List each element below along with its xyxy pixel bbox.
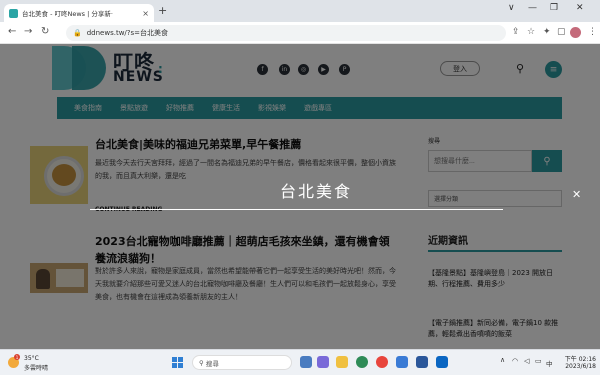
- edge-icon[interactable]: [356, 356, 368, 368]
- teams-icon[interactable]: [317, 356, 329, 368]
- browser-toolbar: ← → ↻ 🔒 ddnews.tw/?s=台北美食 ⇪ ☆ ✦ ▢ ⋮: [0, 22, 600, 44]
- windows-start-icon[interactable]: [172, 357, 183, 368]
- overlay-search-underline: [90, 209, 503, 210]
- close-icon[interactable]: ✕: [572, 188, 581, 201]
- address-url[interactable]: ddnews.tw/?s=台北美食: [87, 28, 168, 38]
- browser-tab-bar: 台北美食 - 叮咚News | 分享新· × + ∨ — ❐ ✕: [0, 0, 600, 22]
- minimize-icon[interactable]: —: [528, 3, 537, 13]
- wifi-icon[interactable]: ◠: [512, 357, 518, 365]
- tray-overflow-icon[interactable]: ∧: [500, 356, 505, 364]
- word-icon[interactable]: [416, 356, 428, 368]
- task-view-icon[interactable]: [300, 356, 312, 368]
- store-icon[interactable]: [396, 356, 408, 368]
- search-icon: ⚲: [199, 358, 206, 367]
- reload-icon[interactable]: ↻: [41, 26, 49, 37]
- volume-icon[interactable]: ◁: [524, 357, 529, 365]
- weather-condition[interactable]: 多雲時晴: [24, 363, 48, 372]
- browser-tab[interactable]: 台北美食 - 叮咚News | 分享新· ×: [4, 4, 154, 22]
- outlook-icon[interactable]: [436, 356, 448, 368]
- taskbar-search-label: 搜尋: [205, 359, 219, 368]
- overlay-search-query[interactable]: 台北美食: [280, 178, 352, 202]
- clock-time[interactable]: 下午 02:16: [560, 354, 596, 363]
- extensions-icon[interactable]: ✦: [543, 27, 551, 37]
- file-explorer-icon[interactable]: [336, 356, 348, 368]
- site-favicon-icon: [9, 8, 18, 18]
- clock-date[interactable]: 2023/6/18: [556, 363, 596, 370]
- forward-icon[interactable]: →: [24, 26, 32, 37]
- profile-avatar[interactable]: [570, 27, 581, 38]
- star-icon[interactable]: ☆: [527, 27, 535, 37]
- tab-close-icon[interactable]: ×: [142, 9, 149, 18]
- input-language[interactable]: 中: [546, 358, 553, 368]
- lock-icon[interactable]: 🔒: [73, 29, 82, 37]
- battery-icon[interactable]: ▭: [535, 357, 542, 365]
- address-bar[interactable]: 🔒 ddnews.tw/?s=台北美食: [66, 25, 506, 41]
- maximize-icon[interactable]: ❐: [550, 3, 558, 13]
- tab-search-icon[interactable]: ∨: [508, 3, 515, 13]
- close-window-icon[interactable]: ✕: [576, 3, 584, 13]
- windows-taskbar: 1 35°C 多雲時晴 ⚲ 搜尋 ∧ ◠ ◁ ▭ 中 下午 02:16 2023…: [0, 349, 600, 375]
- menu-icon[interactable]: ⋮: [588, 27, 597, 37]
- taskbar-search-box[interactable]: ⚲ 搜尋: [192, 355, 292, 370]
- tab-title: 台北美食 - 叮咚News | 分享新·: [22, 10, 113, 18]
- chrome-icon[interactable]: [376, 356, 388, 368]
- sidebar-icon[interactable]: ▢: [557, 27, 566, 37]
- share-icon[interactable]: ⇪: [512, 27, 520, 37]
- weather-temperature[interactable]: 35°C: [24, 355, 39, 362]
- new-tab-icon[interactable]: +: [158, 4, 167, 17]
- weather-badge: 1: [14, 354, 20, 360]
- back-icon[interactable]: ←: [8, 26, 16, 37]
